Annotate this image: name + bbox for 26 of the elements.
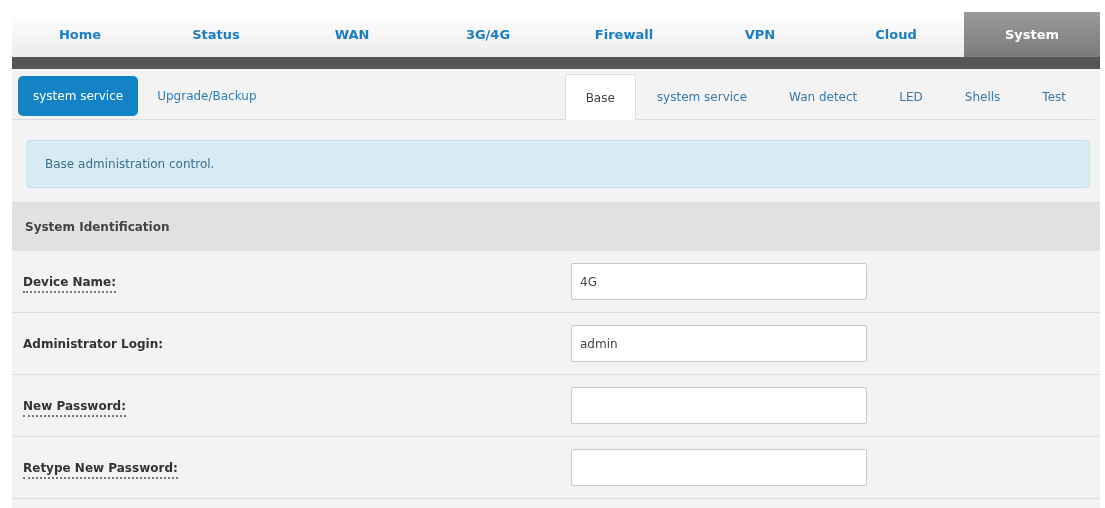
section-title: System Identification — [25, 220, 170, 234]
nav-tab[interactable]: WAN — [284, 12, 420, 57]
nav-tab[interactable]: Home — [12, 12, 148, 57]
field-label: New Password: — [23, 398, 126, 417]
nav-tab[interactable]: Firewall — [556, 12, 692, 57]
text-field[interactable] — [571, 387, 867, 424]
tab[interactable]: Shells — [943, 74, 1022, 119]
sub-nav-tab[interactable]: system service — [18, 76, 139, 116]
field-label: Administrator Login: — [23, 336, 164, 353]
tab[interactable]: Test — [1021, 74, 1087, 119]
nav-tab[interactable]: VPN — [692, 12, 828, 57]
info-text: Base administration control. — [45, 157, 215, 171]
text-field[interactable] — [571, 449, 867, 486]
nav-tab[interactable]: Status — [148, 12, 284, 57]
field-label: Retype New Password: — [23, 460, 178, 479]
nav-tab[interactable]: System — [964, 12, 1100, 57]
sub-nav-tab[interactable]: Upgrade/Backup — [142, 76, 272, 116]
nav-tab[interactable]: 3G/4G — [420, 12, 556, 57]
text-field[interactable]: admin — [571, 325, 867, 362]
nav-tab[interactable]: Cloud — [828, 12, 964, 57]
field-label: Device Name: — [23, 274, 117, 293]
text-field[interactable]: 4G — [571, 263, 867, 300]
tab[interactable]: Base — [564, 74, 636, 120]
tab[interactable]: Wan detect — [768, 74, 879, 119]
tab[interactable]: LED — [878, 74, 944, 119]
tab[interactable]: system service — [635, 74, 769, 119]
